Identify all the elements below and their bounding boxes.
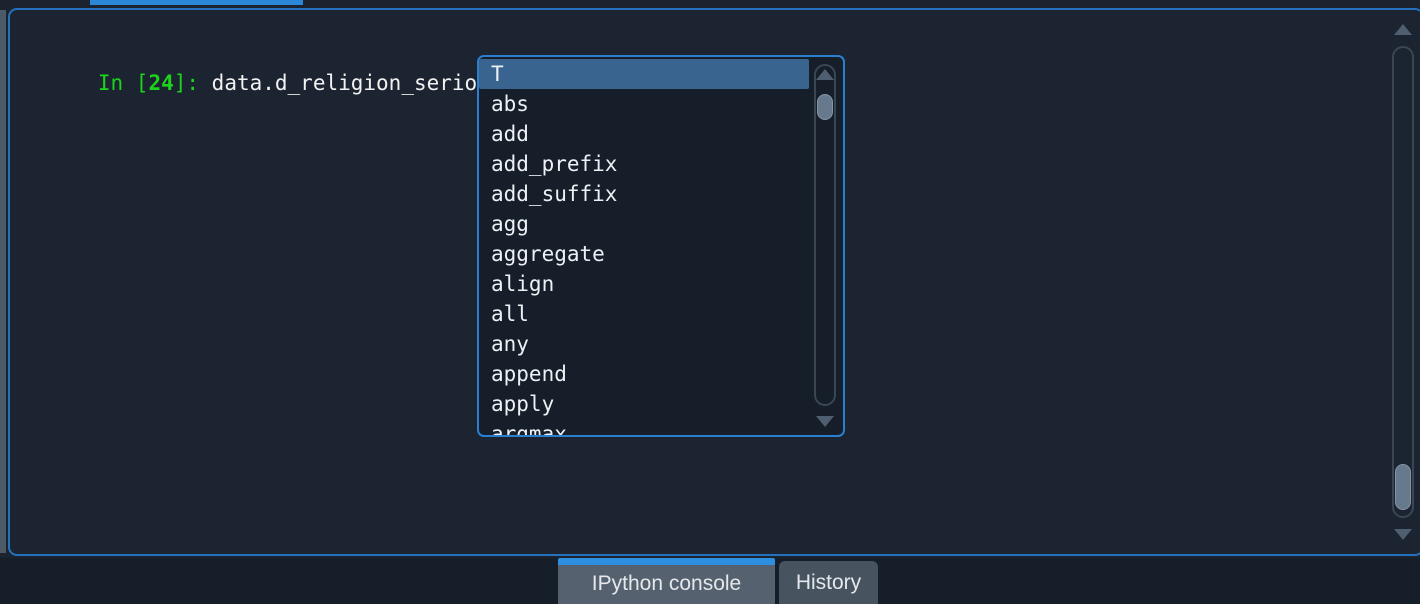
prompt-suffix: ]: — [174, 71, 212, 95]
console-input-line[interactable]: In [24]: data.d_religion_seriosity. — [22, 44, 540, 122]
screen: In [24]: data.d_religion_seriosity. Tabs… — [0, 0, 1420, 604]
scroll-up-icon[interactable] — [1394, 24, 1412, 35]
completion-item[interactable]: argmax — [479, 419, 809, 437]
active-tab-indicator — [558, 558, 775, 565]
prompt-prefix: In [ — [98, 71, 149, 95]
tab-label: IPython console — [592, 572, 741, 596]
completion-item[interactable]: add_prefix — [479, 149, 809, 179]
scroll-down-icon[interactable] — [1394, 529, 1412, 540]
tab-label: History — [796, 571, 861, 595]
completion-item[interactable]: T — [479, 59, 809, 89]
completion-item[interactable]: agg — [479, 209, 809, 239]
scroll-down-icon[interactable] — [816, 416, 834, 427]
completion-item[interactable]: any — [479, 329, 809, 359]
completion-item[interactable]: apply — [479, 389, 809, 419]
tab-bar: IPython console History — [0, 558, 1420, 604]
completion-item[interactable]: add — [479, 119, 809, 149]
left-splitter[interactable] — [0, 10, 6, 553]
console-scrollbar[interactable] — [1388, 14, 1418, 550]
prompt-number: 24 — [148, 71, 173, 95]
tab-ipython-console[interactable]: IPython console — [558, 558, 775, 604]
completion-scrollbar[interactable] — [810, 60, 840, 432]
completion-popup: Tabsaddadd_prefixadd_suffixaggaggregatea… — [477, 55, 845, 437]
completion-item[interactable]: aggregate — [479, 239, 809, 269]
completion-item[interactable]: all — [479, 299, 809, 329]
completion-item[interactable]: append — [479, 359, 809, 389]
top-tab-indicator — [90, 0, 303, 5]
tab-history[interactable]: History — [779, 561, 878, 604]
scrollbar-track — [1392, 46, 1414, 518]
scrollbar-thumb[interactable] — [817, 94, 833, 120]
scrollbar-thumb[interactable] — [1395, 464, 1411, 510]
ipython-console-pane: In [24]: data.d_religion_seriosity. Tabs… — [8, 8, 1420, 556]
completion-item[interactable]: align — [479, 269, 809, 299]
scroll-up-icon[interactable] — [816, 69, 834, 80]
completion-list: Tabsaddadd_prefixadd_suffixaggaggregatea… — [479, 57, 843, 437]
completion-item[interactable]: abs — [479, 89, 809, 119]
completion-item[interactable]: add_suffix — [479, 179, 809, 209]
